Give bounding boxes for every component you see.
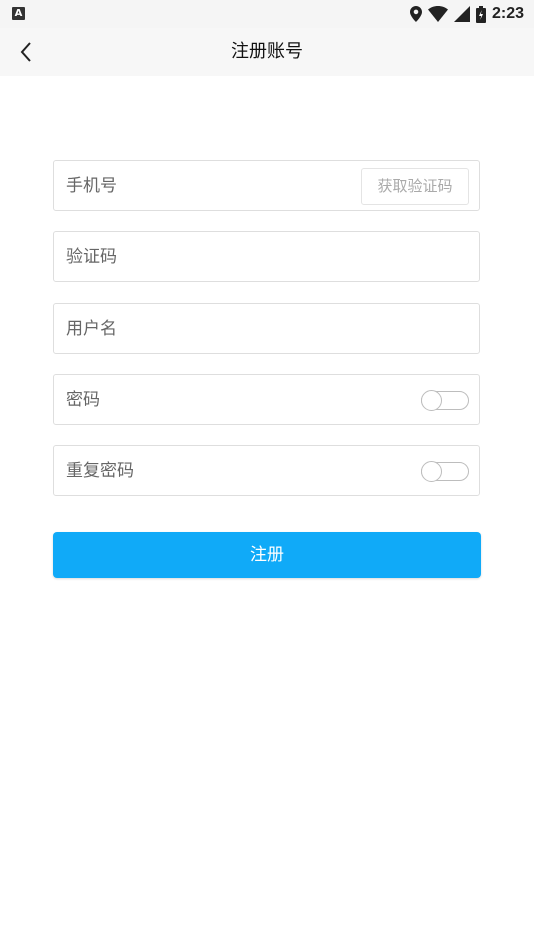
toggle-knob bbox=[421, 390, 442, 411]
password-input[interactable] bbox=[66, 375, 356, 424]
battery-icon bbox=[475, 5, 486, 23]
password-field-container bbox=[53, 374, 480, 425]
confirm-password-visibility-toggle[interactable] bbox=[421, 461, 469, 482]
wifi-icon bbox=[427, 6, 448, 22]
toggle-knob bbox=[421, 461, 442, 482]
status-bar: A 2:23 bbox=[0, 0, 534, 28]
status-icons: 2:23 bbox=[409, 4, 524, 24]
location-icon bbox=[409, 6, 422, 22]
register-button[interactable]: 注册 bbox=[53, 532, 481, 578]
get-code-button[interactable]: 获取验证码 bbox=[361, 168, 469, 205]
username-input[interactable] bbox=[66, 304, 356, 353]
back-chevron-icon bbox=[20, 42, 31, 62]
username-field-container bbox=[53, 303, 480, 354]
phone-field-container: 获取验证码 bbox=[53, 160, 480, 211]
signal-icon bbox=[453, 6, 470, 22]
phone-input[interactable] bbox=[66, 161, 356, 210]
back-button[interactable] bbox=[8, 34, 44, 70]
page-title: 注册账号 bbox=[231, 41, 303, 62]
notification-a-icon: A bbox=[12, 7, 25, 20]
verify-code-input[interactable] bbox=[66, 232, 356, 281]
password-visibility-toggle[interactable] bbox=[421, 390, 469, 411]
status-time: 2:23 bbox=[491, 5, 524, 22]
app-bar: 注册账号 bbox=[0, 28, 534, 76]
confirm-password-field-container bbox=[53, 445, 480, 496]
verify-code-field-container bbox=[53, 231, 480, 282]
confirm-password-input[interactable] bbox=[66, 446, 356, 495]
